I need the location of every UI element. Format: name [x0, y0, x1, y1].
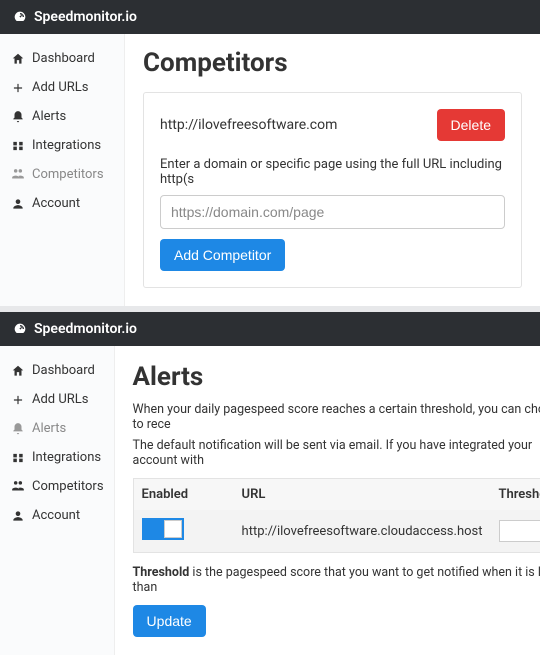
sidebar-item-account[interactable]: Account — [0, 501, 114, 530]
bell-icon — [10, 422, 26, 436]
threshold-note-bold: Threshold — [133, 565, 190, 580]
plus-icon — [10, 81, 26, 95]
brand-text: Speedmonitor.io — [34, 9, 137, 25]
page-title: Competitors — [143, 48, 522, 78]
home-icon — [10, 52, 26, 66]
row-url: http://ilovefreesoftware.cloudaccess.hos… — [234, 516, 491, 547]
topbar: Speedmonitor.io — [0, 312, 540, 346]
threshold-note-rest: is the pagespeed score that you want to … — [133, 565, 540, 595]
alerts-table: Enabled URL Threshold http://ilovefreeso… — [133, 478, 540, 553]
sidebar-item-label: Dashboard — [32, 51, 95, 66]
table-header: Enabled URL Threshold — [134, 479, 540, 510]
alerts-desc-1: When your daily pagespeed score reaches … — [133, 402, 540, 432]
col-url: URL — [234, 479, 491, 510]
sidebar: Dashboard Add URLs Alerts Integrations C… — [0, 34, 125, 306]
sidebar-item-label: Alerts — [32, 421, 66, 436]
threshold-note: Threshold is the pagespeed score that yo… — [133, 565, 540, 595]
brand: Speedmonitor.io — [12, 9, 137, 25]
sidebar-item-label: Account — [32, 508, 80, 523]
sidebar-item-add-urls[interactable]: Add URLs — [0, 385, 114, 414]
sidebar-item-account[interactable]: Account — [0, 189, 124, 218]
competitors-icon — [10, 480, 26, 494]
sidebar-item-label: Competitors — [32, 167, 104, 182]
col-threshold: Threshold — [491, 479, 540, 510]
col-enabled: Enabled — [134, 479, 234, 510]
user-icon — [10, 197, 26, 211]
sidebar-item-label: Alerts — [32, 109, 66, 124]
user-icon — [10, 509, 26, 523]
enabled-toggle[interactable] — [142, 518, 184, 540]
sidebar-item-label: Add URLs — [32, 80, 89, 95]
threshold-input[interactable] — [499, 520, 540, 542]
bell-icon — [10, 110, 26, 124]
sidebar-item-integrations[interactable]: Integrations — [0, 131, 124, 160]
delete-button[interactable]: Delete — [437, 109, 505, 141]
integrations-icon — [10, 139, 26, 153]
brand: Speedmonitor.io — [12, 321, 137, 337]
sidebar-item-label: Dashboard — [32, 363, 95, 378]
gauge-icon — [12, 321, 28, 337]
add-competitor-button[interactable]: Add Competitor — [160, 239, 285, 271]
sidebar-item-integrations[interactable]: Integrations — [0, 443, 114, 472]
main-competitors: Competitors http://ilovefreesoftware.com… — [125, 34, 540, 306]
update-button[interactable]: Update — [133, 605, 206, 637]
competitors-icon — [10, 168, 26, 182]
sidebar-item-dashboard[interactable]: Dashboard — [0, 44, 124, 73]
sidebar-item-dashboard[interactable]: Dashboard — [0, 356, 114, 385]
page-title: Alerts — [133, 362, 540, 392]
table-row: http://ilovefreesoftware.cloudaccess.hos… — [134, 510, 540, 552]
sidebar-item-label: Integrations — [32, 138, 101, 153]
sidebar-item-label: Competitors — [32, 479, 104, 494]
competitor-url: http://ilovefreesoftware.com — [160, 117, 337, 133]
sidebar-item-label: Integrations — [32, 450, 101, 465]
competitor-row: http://ilovefreesoftware.com Delete — [160, 109, 505, 141]
brand-text: Speedmonitor.io — [34, 321, 137, 337]
topbar: Speedmonitor.io — [0, 0, 540, 34]
gauge-icon — [12, 9, 28, 25]
sidebar-item-label: Account — [32, 196, 80, 211]
sidebar-item-add-urls[interactable]: Add URLs — [0, 73, 124, 102]
home-icon — [10, 364, 26, 378]
alerts-desc-2: The default notification will be sent vi… — [133, 438, 540, 468]
sidebar-item-alerts[interactable]: Alerts — [0, 102, 124, 131]
helper-text: Enter a domain or specific page using th… — [160, 157, 505, 187]
sidebar: Dashboard Add URLs Alerts Integrations C… — [0, 346, 115, 655]
integrations-icon — [10, 451, 26, 465]
competitors-card: http://ilovefreesoftware.com Delete Ente… — [143, 92, 522, 288]
sidebar-item-label: Add URLs — [32, 392, 89, 407]
main-alerts: Alerts When your daily pagespeed score r… — [115, 346, 540, 655]
sidebar-item-competitors[interactable]: Competitors — [0, 472, 114, 501]
domain-input[interactable] — [160, 195, 505, 229]
sidebar-item-alerts[interactable]: Alerts — [0, 414, 114, 443]
plus-icon — [10, 393, 26, 407]
sidebar-item-competitors[interactable]: Competitors — [0, 160, 124, 189]
